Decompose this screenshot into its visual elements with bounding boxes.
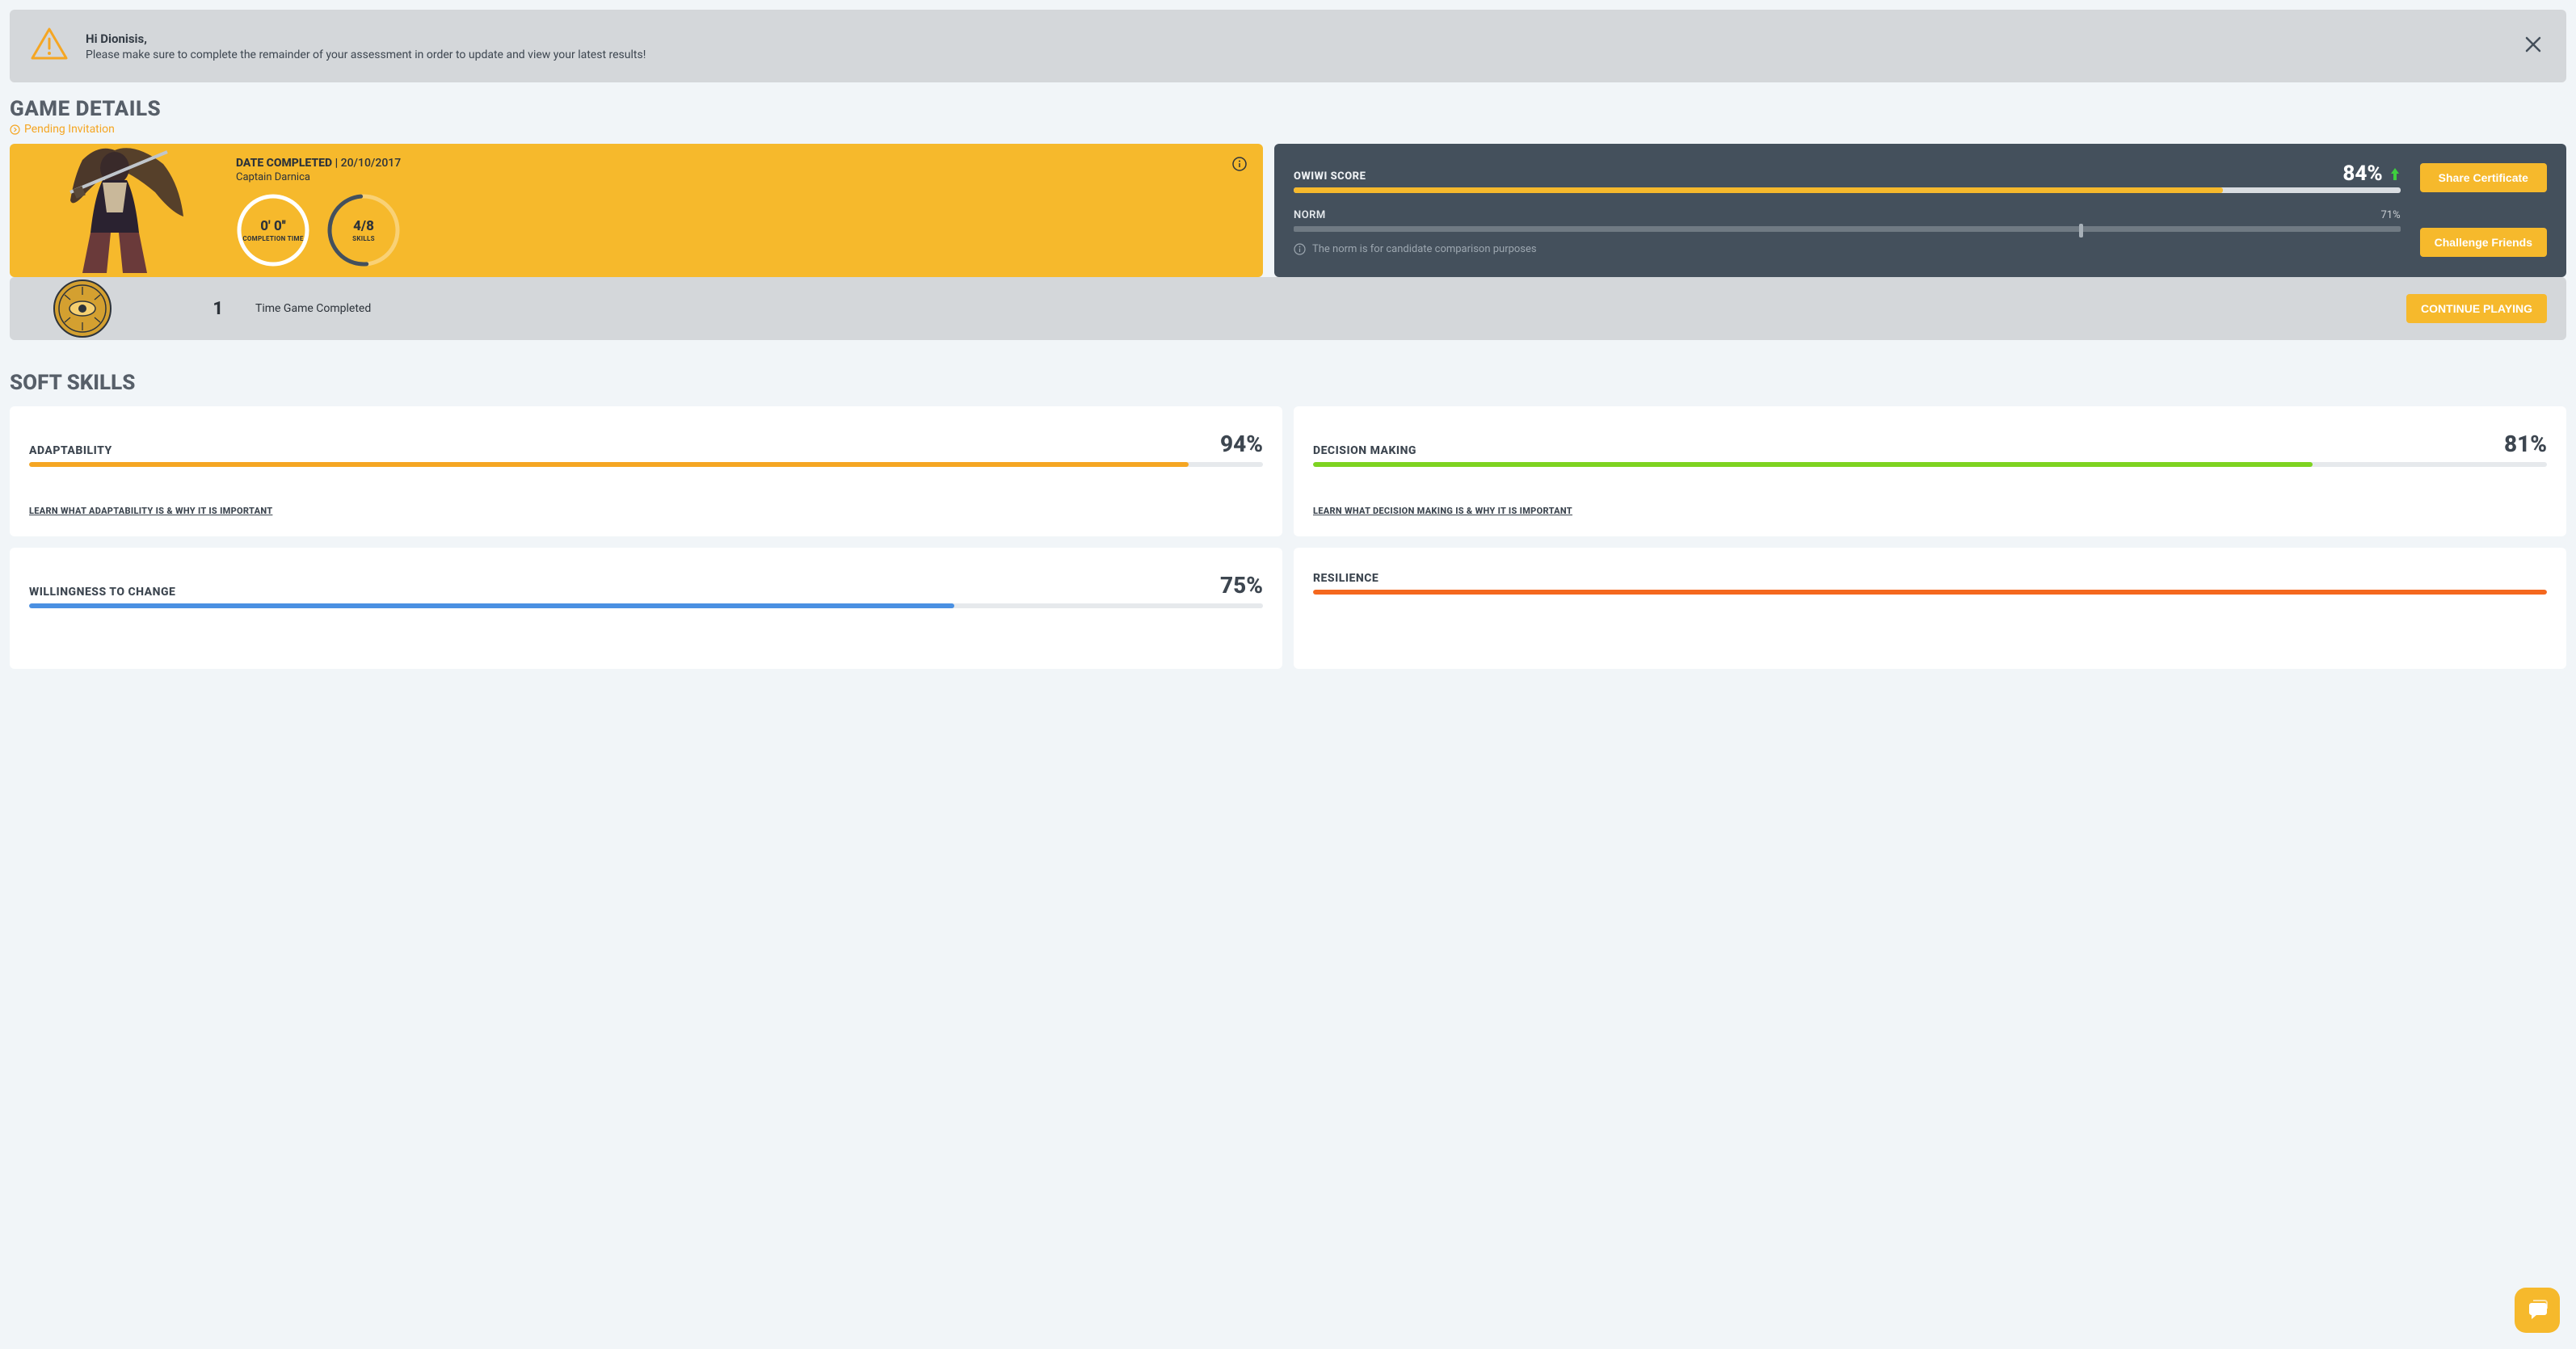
section-title-game-details: GAME DETAILS: [10, 97, 2566, 121]
skill-fill: [1313, 590, 2547, 595]
share-certificate-button[interactable]: Share Certificate: [2420, 163, 2547, 192]
alert-banner: Hi Dionisis, Please make sure to complet…: [10, 10, 2566, 82]
completion-time-stat: 0' 0'' COMPLETION TIME: [236, 193, 310, 267]
pending-label: Pending Invitation: [24, 123, 115, 136]
skill-bar: [29, 462, 1263, 467]
game-summary-card: DATE COMPLETED | 20/10/2017 Captain Darn…: [10, 144, 1263, 277]
skill-bar: [1313, 462, 2547, 467]
skill-bar: [1313, 590, 2547, 595]
norm-value: 71%: [2381, 209, 2401, 221]
owiwi-score-fill: [1294, 187, 2223, 193]
alert-message: Please make sure to complete the remaind…: [86, 48, 2503, 61]
skill-card: WILLINGNESS TO CHANGE 75%: [10, 548, 1282, 669]
chat-icon: [2525, 1298, 2549, 1322]
skill-card: DECISION MAKING 81% LEARN WHAT DECISION …: [1294, 406, 2566, 536]
skill-card: ADAPTABILITY 94% LEARN WHAT ADAPTABILITY…: [10, 406, 1282, 536]
skill-name: RESILIENCE: [1313, 572, 1378, 585]
times-completed-label: Time Game Completed: [255, 302, 2387, 315]
completed-strip: 1 Time Game Completed CONTINUE PLAYING: [10, 277, 2566, 340]
norm-bar: [1294, 226, 2401, 232]
skill-bar: [29, 603, 1263, 608]
section-title-soft-skills: SOFT SKILLS: [10, 371, 2566, 395]
skills-stat: 4/8 SKILLS: [326, 193, 401, 267]
challenge-friends-button[interactable]: Challenge Friends: [2420, 228, 2547, 257]
alert-greeting: Hi Dionisis,: [86, 32, 2503, 46]
chevron-right-circle-icon: [10, 124, 20, 135]
info-icon: [1294, 243, 1306, 255]
skill-percent: 94%: [1220, 431, 1263, 457]
arrow-up-icon: [2389, 166, 2401, 181]
continue-playing-button[interactable]: CONTINUE PLAYING: [2406, 294, 2547, 323]
norm-handle: [2079, 224, 2083, 237]
skill-name: ADAPTABILITY: [29, 444, 112, 457]
skill-fill: [29, 462, 1189, 467]
skill-learn-link[interactable]: LEARN WHAT DECISION MAKING IS & WHY IT I…: [1313, 506, 1572, 516]
character-name: Captain Darnica: [236, 171, 1247, 183]
character-image: [10, 144, 220, 277]
skill-percent: 75%: [1220, 572, 1263, 599]
skill-fill: [29, 603, 954, 608]
owiwi-score-label: OWIWI SCORE: [1294, 170, 1366, 183]
norm-note: The norm is for candidate comparison pur…: [1294, 243, 2401, 255]
medal-icon: [10, 277, 155, 340]
info-icon[interactable]: [1232, 157, 1247, 174]
skill-name: WILLINGNESS TO CHANGE: [29, 586, 175, 599]
chat-fab[interactable]: [2515, 1288, 2560, 1333]
date-completed: DATE COMPLETED | 20/10/2017: [236, 157, 1247, 170]
warning-icon: [29, 24, 69, 68]
owiwi-score-value: 84%: [2342, 162, 2400, 186]
skill-name: DECISION MAKING: [1313, 444, 1416, 457]
skill-percent: 81%: [2504, 431, 2547, 457]
times-completed-count: 1: [175, 299, 223, 319]
pending-invitation[interactable]: Pending Invitation: [10, 123, 2566, 136]
norm-label: NORM: [1294, 209, 1326, 221]
skill-card: RESILIENCE: [1294, 548, 2566, 669]
skill-fill: [1313, 462, 2313, 467]
owiwi-score-bar: [1294, 187, 2401, 193]
score-card: OWIWI SCORE 84% NORM 71%: [1274, 144, 2566, 277]
close-icon[interactable]: [2519, 31, 2547, 61]
skill-learn-link[interactable]: LEARN WHAT ADAPTABILITY IS & WHY IT IS I…: [29, 506, 272, 516]
